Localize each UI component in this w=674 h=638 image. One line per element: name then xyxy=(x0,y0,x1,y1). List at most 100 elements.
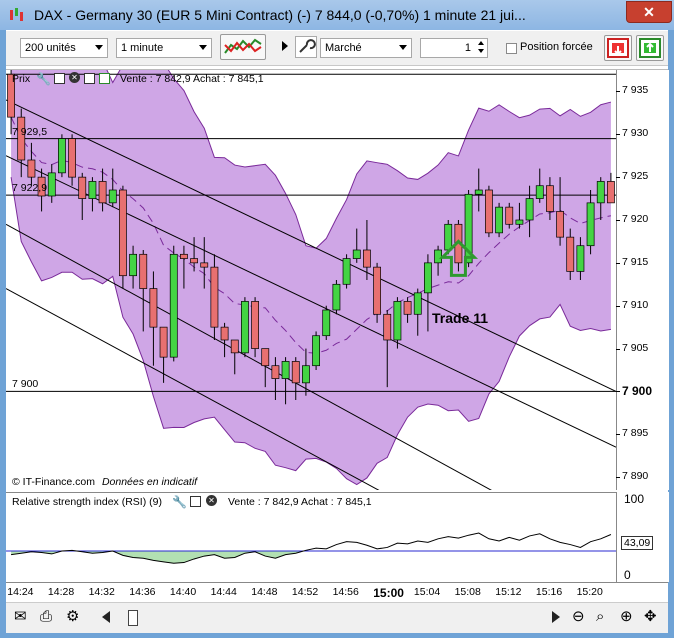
candle-bear xyxy=(149,288,158,328)
maximize-icon[interactable] xyxy=(84,73,95,84)
zoom-in-icon[interactable]: ⊕ xyxy=(620,607,633,627)
interval-select[interactable]: 1 minute xyxy=(116,38,212,58)
buy-button[interactable] xyxy=(636,35,664,61)
wrench-icon xyxy=(299,39,316,53)
chevron-down-icon xyxy=(199,45,207,50)
candle-bear xyxy=(200,262,209,268)
candle-bear xyxy=(271,365,280,379)
candle-bull xyxy=(88,181,97,199)
toolbar: 200 unités 1 minute Marché 1 Position fo… xyxy=(6,31,668,66)
quantity-stepper[interactable]: 1 xyxy=(420,38,488,58)
scroll-left-icon[interactable] xyxy=(102,611,110,623)
window-icon[interactable] xyxy=(190,496,201,507)
candle-bull xyxy=(58,138,66,174)
wrench-icon[interactable]: 🔧 xyxy=(36,72,51,86)
candle-bull xyxy=(535,185,544,199)
time-tick-label: 14:52 xyxy=(291,586,319,598)
sell-icon xyxy=(607,38,629,58)
candle-bull xyxy=(352,249,361,259)
window-titlebar: DAX - Germany 30 (EUR 5 Mini Contract) (… xyxy=(0,0,674,30)
candle-bull xyxy=(576,245,585,272)
candle-bear xyxy=(505,206,514,225)
bollinger-band xyxy=(11,70,611,485)
time-tick-label: 14:48 xyxy=(251,586,278,598)
close-panel-icon[interactable]: ✕ xyxy=(69,72,80,83)
price-tick-mark xyxy=(616,305,620,307)
candle-bear xyxy=(363,249,371,268)
candle-bear xyxy=(607,181,615,204)
rsi-quote: Vente : 7 842,9 Achat : 7 845,1 xyxy=(228,496,372,508)
units-select[interactable]: 200 unités xyxy=(20,38,108,58)
candle-bear xyxy=(180,253,188,259)
price-tick-mark xyxy=(616,434,620,436)
candle-bull xyxy=(474,189,483,195)
quantity-value: 1 xyxy=(464,42,471,54)
close-window-button[interactable]: ✕ xyxy=(626,1,672,23)
print-icon[interactable]: ⎙ xyxy=(40,607,52,627)
candle-bear xyxy=(556,211,564,238)
candle-bear xyxy=(291,361,300,384)
rsi-chart[interactable] xyxy=(6,510,616,582)
order-type-select[interactable]: Marché xyxy=(320,38,412,58)
stepper-up-icon[interactable] xyxy=(478,41,484,45)
expand-arrow-icon[interactable] xyxy=(282,41,288,51)
forced-position-checkbox[interactable] xyxy=(506,43,517,54)
price-chart-header: Prix 🔧 ✕ Vente : 7 842,9 Achat : 7 845,1 xyxy=(6,70,616,86)
price-chart[interactable] xyxy=(6,70,616,490)
trade-label: Trade 11 xyxy=(432,310,489,326)
zoom-out-icon[interactable]: ⊖ xyxy=(572,607,585,627)
minimize-icon[interactable] xyxy=(600,4,614,18)
time-tick-label: 15:00 xyxy=(373,586,404,600)
scroll-thumb[interactable] xyxy=(128,610,138,626)
forced-position-label: Position forcée xyxy=(520,41,593,53)
price-tick-mark xyxy=(616,477,620,479)
candle-bear xyxy=(383,313,392,341)
wrench-icon[interactable]: 🔧 xyxy=(172,495,187,509)
price-tick-mark xyxy=(616,91,620,93)
move-up-icon[interactable] xyxy=(99,73,110,84)
price-tick-mark xyxy=(616,262,620,264)
candle-bull xyxy=(434,249,442,264)
mail-icon[interactable]: ✉ xyxy=(14,607,27,627)
time-tick-label: 15:16 xyxy=(535,586,563,598)
price-tick-label: 7 910 xyxy=(622,298,649,311)
time-tick-label: 14:32 xyxy=(88,586,115,598)
price-label: Prix xyxy=(12,73,31,85)
settings-button[interactable] xyxy=(295,36,317,58)
sell-button[interactable] xyxy=(604,35,632,61)
price-tick-label: 7 900 xyxy=(622,384,653,399)
level-label-3: 7 900 xyxy=(12,378,39,391)
candle-bear xyxy=(403,301,412,315)
price-tick-label: 7 925 xyxy=(622,170,649,183)
order-type-value: Marché xyxy=(325,42,362,54)
rsi-current-value: 43,09 xyxy=(621,536,654,550)
rsi-tick-100: 100 xyxy=(624,492,645,506)
candle-bull xyxy=(393,301,402,341)
buy-icon xyxy=(639,38,661,58)
rsi-line xyxy=(11,532,612,564)
fit-icon[interactable]: ✥ xyxy=(644,607,657,627)
candle-bear xyxy=(373,266,381,315)
candle-bull xyxy=(515,219,524,225)
close-panel-icon[interactable]: ✕ xyxy=(206,495,217,506)
settings-icon[interactable]: ⚙ xyxy=(66,607,79,627)
price-tick-label: 7 920 xyxy=(622,213,649,225)
time-tick-label: 15:04 xyxy=(413,586,441,598)
rsi-tick-0: 0 xyxy=(624,568,631,582)
stepper-down-icon[interactable] xyxy=(478,49,484,53)
scroll-right-icon[interactable] xyxy=(552,611,560,623)
rsi-label: Relative strength index (RSI) (9) xyxy=(12,496,162,508)
candle-bear xyxy=(159,326,168,358)
price-tick-label: 7 915 xyxy=(622,255,649,268)
chevron-down-icon xyxy=(399,45,407,50)
time-tick-label: 14:56 xyxy=(332,586,359,598)
window-icon[interactable] xyxy=(54,73,65,84)
price-tick-mark xyxy=(616,220,620,221)
units-value: 200 unités xyxy=(25,42,76,54)
time-tick-label: 15:08 xyxy=(454,586,481,598)
candle-bull xyxy=(424,262,432,294)
time-tick-label: 14:24 xyxy=(7,586,34,598)
indicators-button[interactable] xyxy=(220,34,266,60)
zoom-reset-icon[interactable]: ⌕ xyxy=(596,607,604,627)
candle-bear xyxy=(119,189,127,277)
